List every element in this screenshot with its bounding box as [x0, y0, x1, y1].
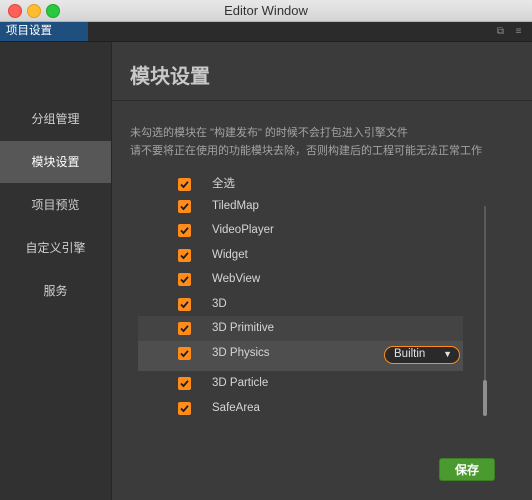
- checkbox-select-all[interactable]: [178, 178, 191, 191]
- dropdown-selected-value: Builtin: [394, 348, 426, 360]
- checkmark-icon: [180, 405, 189, 413]
- checkbox-widget[interactable]: [178, 249, 191, 262]
- checkbox-3d[interactable]: [178, 298, 191, 311]
- scrollbar-thumb[interactable]: [483, 380, 487, 416]
- module-row-widget[interactable]: Widget: [138, 243, 463, 268]
- editor-window: Editor Window 项目设置 ⧉ ≡ 分组管理 模块设置 项目预览 自定…: [0, 0, 532, 500]
- module-row-tiledmap[interactable]: TiledMap: [138, 194, 463, 219]
- module-label: 3D: [212, 298, 227, 310]
- title-divider: [112, 100, 532, 101]
- tab-strip: 项目设置 ⧉ ≡: [0, 22, 532, 42]
- checkmark-icon: [180, 252, 189, 260]
- module-label: SafeArea: [212, 402, 260, 414]
- sidebar-item-services[interactable]: 服务: [0, 270, 111, 312]
- checkbox-videoplayer[interactable]: [178, 224, 191, 237]
- checkmark-icon: [180, 276, 189, 284]
- checkmark-icon: [180, 203, 189, 211]
- checkbox-3d-particle[interactable]: [178, 377, 191, 390]
- main-panel: 模块设置 未勾选的模块在 "构建发布" 的时候不会打包进入引擎文件 请不要将正在…: [112, 42, 532, 500]
- checkmark-icon: [180, 325, 189, 333]
- checkbox-3d-primitive[interactable]: [178, 322, 191, 335]
- sidebar: 分组管理 模块设置 项目预览 自定义引擎 服务: [0, 42, 112, 500]
- sidebar-item-group-management[interactable]: 分组管理: [0, 98, 111, 140]
- module-label: VideoPlayer: [212, 224, 274, 236]
- page-title: 模块设置: [130, 66, 210, 88]
- dropdown-arrow-icon: ▼: [443, 349, 452, 359]
- module-row-3d[interactable]: 3D: [138, 292, 463, 317]
- module-row-videoplayer[interactable]: VideoPlayer: [138, 218, 463, 243]
- title-bar: Editor Window: [0, 0, 532, 22]
- checkmark-icon: [180, 380, 189, 388]
- checkmark-icon: [180, 181, 189, 189]
- description-line-1: 未勾选的模块在 "构建发布" 的时候不会打包进入引擎文件: [130, 127, 408, 139]
- menu-icon[interactable]: ≡: [513, 26, 524, 37]
- checkmark-icon: [180, 301, 189, 309]
- physics-backend-dropdown[interactable]: Builtin ▼: [384, 346, 460, 364]
- module-row-safearea[interactable]: SafeArea: [138, 396, 463, 421]
- checkbox-3d-physics[interactable]: [178, 347, 191, 360]
- checkbox-tiledmap[interactable]: [178, 200, 191, 213]
- module-row-3d-primitive[interactable]: 3D Primitive: [138, 316, 463, 341]
- sidebar-item-module-settings[interactable]: 模块设置: [0, 141, 111, 183]
- module-label: Widget: [212, 249, 248, 261]
- window-title: Editor Window: [224, 3, 308, 18]
- module-label: TiledMap: [212, 200, 259, 212]
- module-label: 3D Particle: [212, 377, 269, 389]
- module-label: 3D Physics: [212, 347, 270, 359]
- tab-project-settings[interactable]: 项目设置: [0, 22, 88, 41]
- module-row-3d-particle[interactable]: 3D Particle: [138, 371, 463, 396]
- checkmark-icon: [180, 350, 189, 358]
- save-button[interactable]: 保存: [439, 458, 495, 481]
- sidebar-item-project-preview[interactable]: 项目预览: [0, 184, 111, 226]
- checkmark-icon: [180, 227, 189, 235]
- module-label: 3D Primitive: [212, 322, 274, 334]
- checkbox-webview[interactable]: [178, 273, 191, 286]
- sidebar-item-custom-engine[interactable]: 自定义引擎: [0, 227, 111, 269]
- description-line-2: 请不要将正在使用的功能模块去除，否则构建后的工程可能无法正常工作: [130, 145, 482, 157]
- module-label: WebView: [212, 273, 261, 285]
- checkbox-safearea[interactable]: [178, 402, 191, 415]
- popout-icon[interactable]: ⧉: [495, 26, 506, 37]
- module-row-webview[interactable]: WebView: [138, 267, 463, 292]
